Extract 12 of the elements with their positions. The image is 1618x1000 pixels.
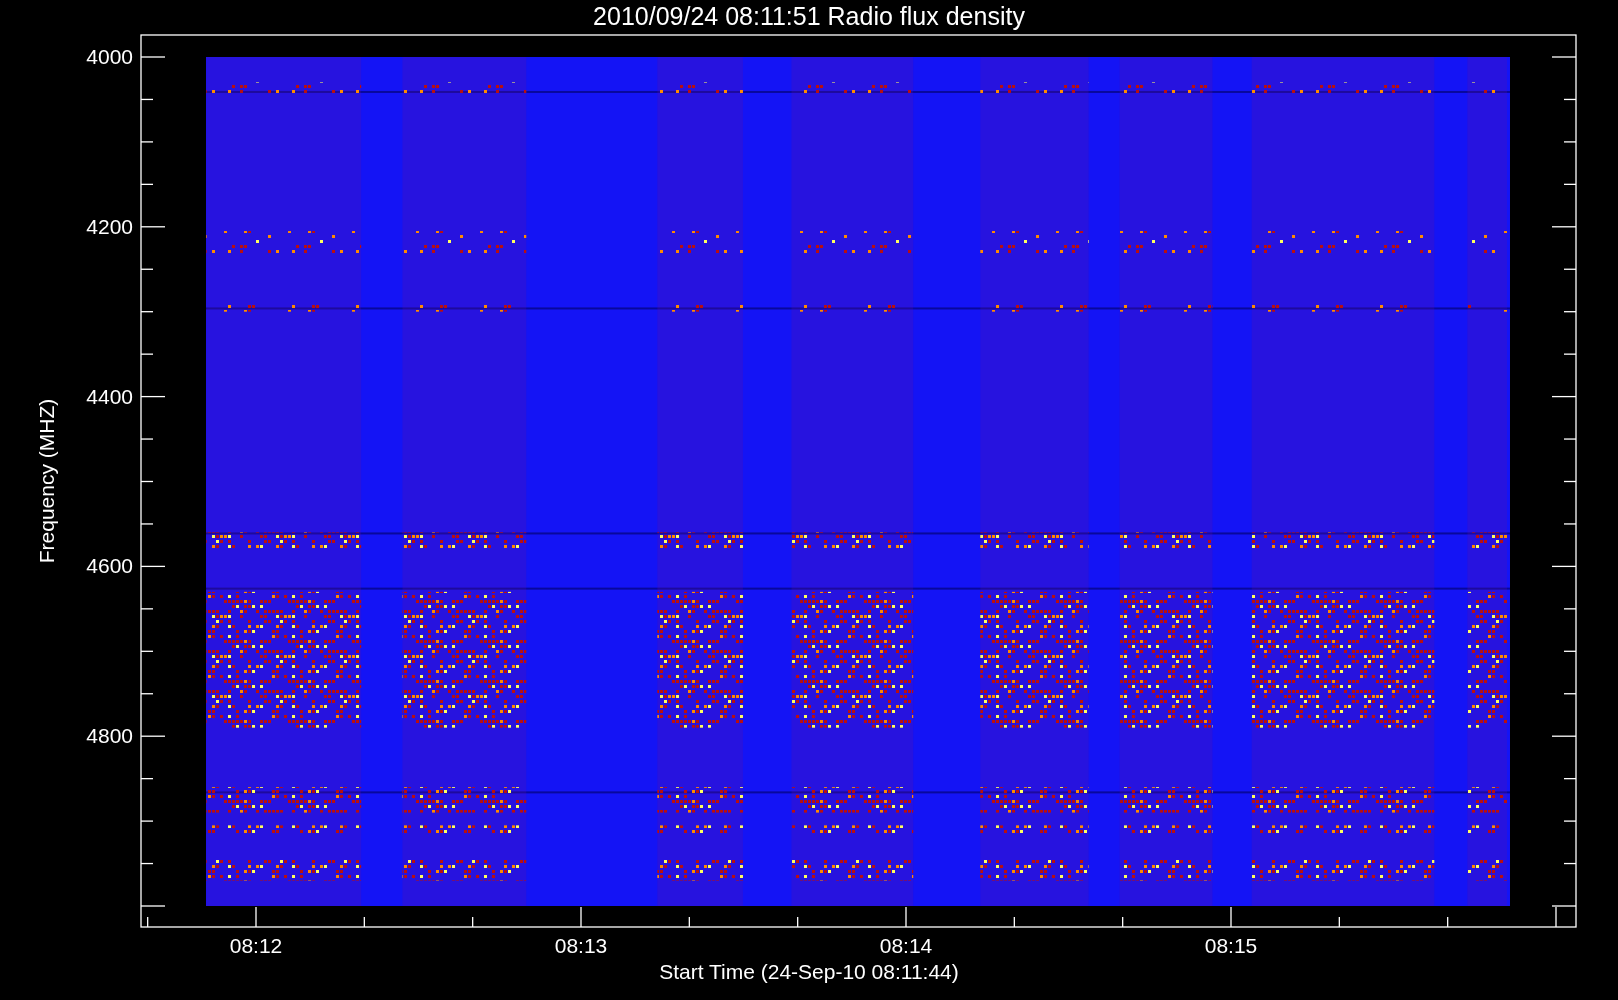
tick-label: 08:14 (879, 934, 933, 957)
tick-label: 4800 (86, 724, 133, 748)
tick-label: 4000 (86, 45, 133, 68)
axis-label: Frequency (MHZ) (35, 398, 58, 564)
plot-title: 2010/09/24 08:11:51 Radio flux density (593, 2, 1025, 30)
tick-label: 4200 (86, 214, 133, 238)
tick-label: 08:15 (1204, 934, 1258, 957)
axis-label: Start Time (24-Sep-10 08:11:44) (659, 960, 959, 983)
tick-label: 4600 (86, 554, 133, 578)
tick-label: 08:13 (554, 934, 608, 957)
tick-label: 4400 (86, 384, 133, 408)
tick-label: 08:12 (229, 934, 283, 957)
